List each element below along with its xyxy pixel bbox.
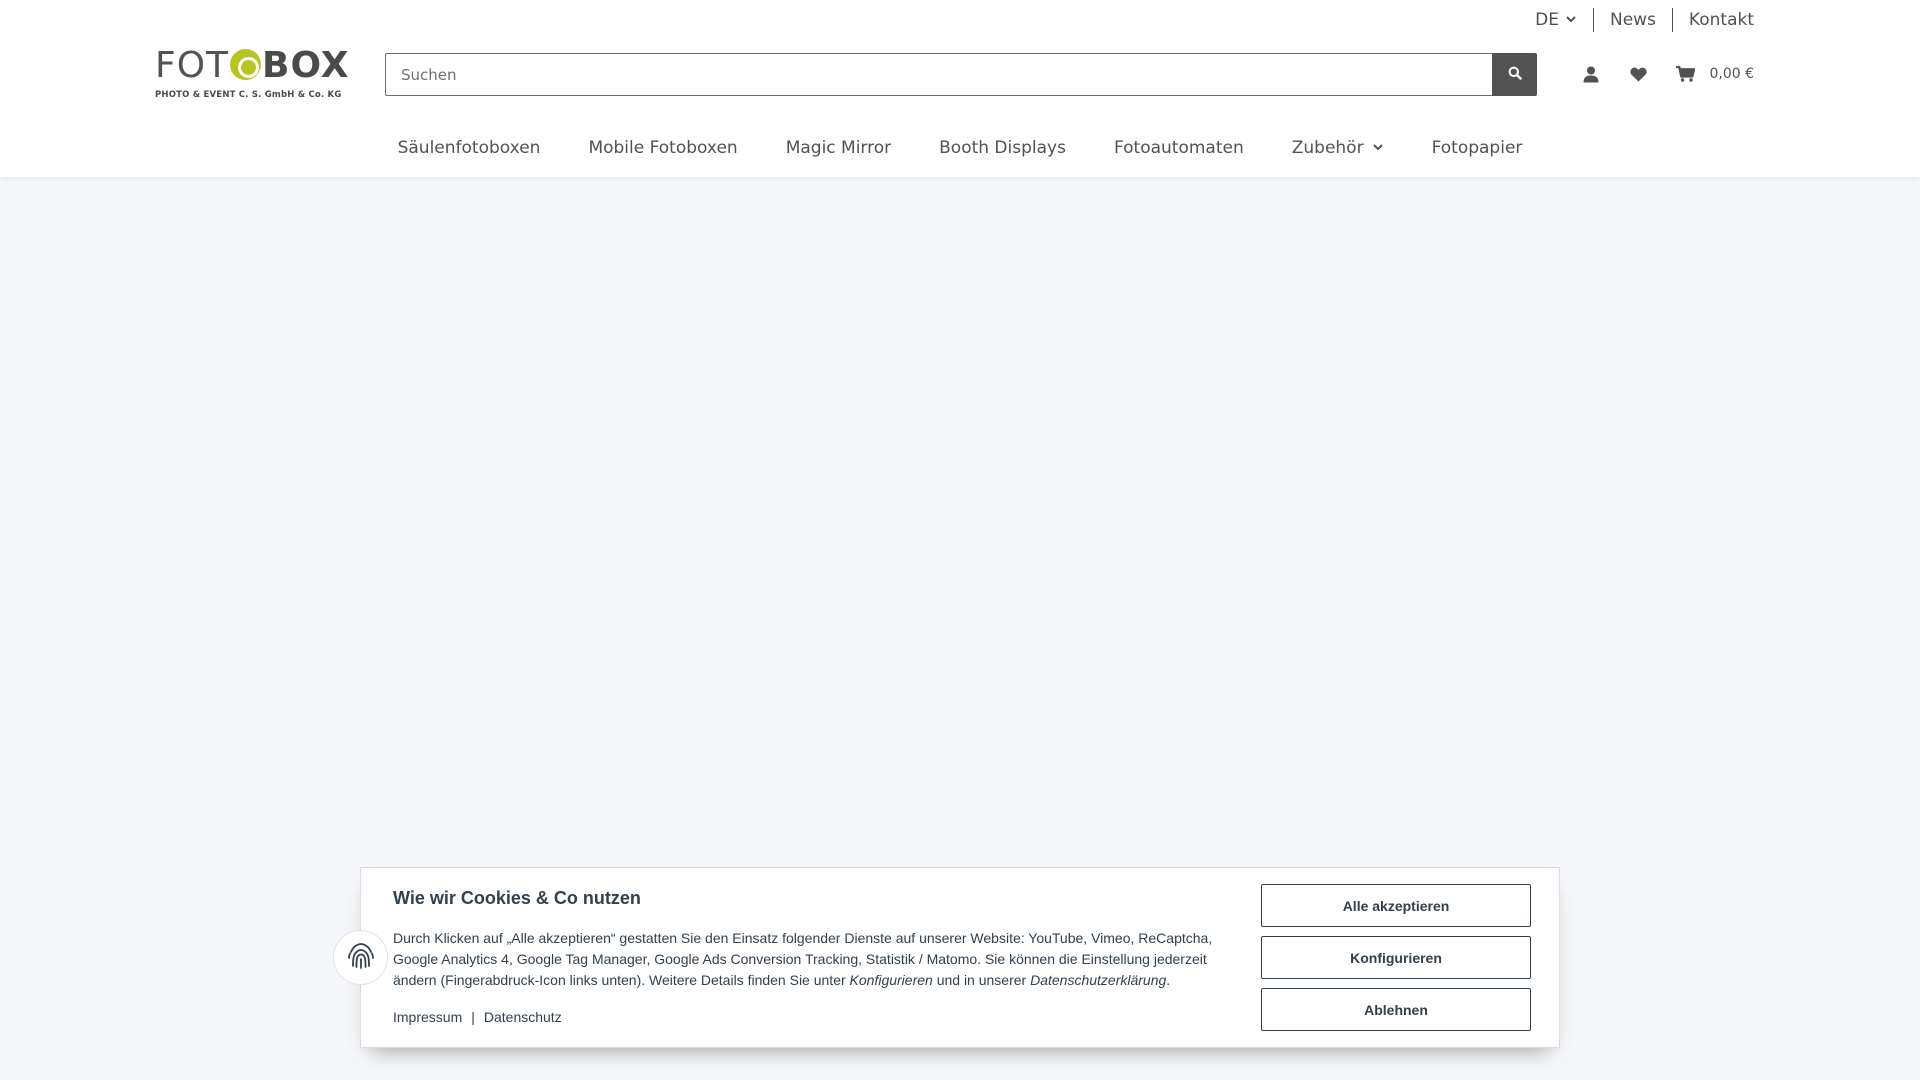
fingerprint-button[interactable] [333, 930, 388, 985]
logo-subtitle: PHOTO & EVENT C. S. GmbH & Co. KG [155, 90, 342, 100]
datenschutz-link[interactable]: Datenschutz [484, 1009, 562, 1025]
cookie-title: Wie wir Cookies & Co nutzen [393, 888, 641, 908]
logo-word-bold: BOX [262, 45, 350, 86]
nav-item-saeulenfotoboxen[interactable]: Säulenfotoboxen [398, 138, 541, 158]
chevron-down-icon [1372, 138, 1384, 158]
nav-item-fotoautomaten[interactable]: Fotoautomaten [1114, 138, 1244, 158]
nav-item-booth-displays[interactable]: Booth Displays [939, 138, 1066, 158]
language-label: DE [1535, 10, 1559, 30]
cart-total[interactable]: 0,00 € [1709, 66, 1754, 82]
language-selector[interactable]: DE [1535, 10, 1577, 30]
user-icon[interactable] [1581, 66, 1601, 83]
chevron-down-icon [1565, 10, 1577, 30]
cookie-consent-banner: Wie wir Cookies & Co nutzen Durch Klicke… [360, 867, 1560, 1048]
cart-icon[interactable] [1675, 66, 1695, 82]
site-header: DE News Kontakt FOT BOX PHOTO & EVENT C. … [0, 0, 1920, 177]
search-bar [385, 53, 1537, 96]
nav-item-label: Säulenfotoboxen [397, 138, 541, 158]
nav-item-magic-mirror[interactable]: Magic Mirror [786, 138, 891, 158]
search-input[interactable] [385, 53, 1492, 96]
cookie-links: Impressum | Datenschutz [393, 1009, 562, 1025]
logo-aperture-icon [230, 49, 262, 80]
cookie-text-part: . [1166, 972, 1171, 988]
nav-item-zubehoer[interactable]: Zubehör [1292, 138, 1384, 158]
topbar-divider [1671, 8, 1673, 32]
nav-item-label: Booth Displays [939, 138, 1066, 158]
nav-item-label: Zubehör [1291, 138, 1364, 158]
topbar-divider [1592, 8, 1594, 32]
nav-item-label: Fotoautomaten [1113, 138, 1244, 158]
main-navigation: Säulenfotoboxen Mobile Fotoboxen Magic M… [0, 130, 1920, 166]
cookie-description: Durch Klicken auf „Alle akzeptieren“ ges… [393, 928, 1243, 991]
cookie-text-part: und in unserer [932, 972, 1031, 988]
logo-wordmark: FOT BOX [155, 45, 349, 86]
reject-button[interactable]: Ablehnen [1261, 988, 1531, 1031]
configure-button[interactable]: Konfigurieren [1261, 936, 1531, 979]
accept-all-button[interactable]: Alle akzeptieren [1261, 884, 1531, 927]
logo-word-light: FOT [155, 45, 230, 86]
news-link[interactable]: News [1610, 10, 1656, 30]
header-actions: 0,00 € [1581, 62, 1754, 86]
impressum-link[interactable]: Impressum [393, 1009, 462, 1025]
search-icon [1508, 66, 1522, 83]
topbar: DE News Kontakt [1535, 8, 1754, 32]
nav-item-label: Magic Mirror [785, 138, 892, 158]
link-separator: | [471, 1009, 475, 1025]
nav-item-label: Mobile Fotoboxen [588, 138, 738, 158]
nav-item-label: Fotopapier [1431, 138, 1523, 158]
kontakt-link[interactable]: Kontakt [1689, 10, 1754, 30]
site-logo[interactable]: FOT BOX PHOTO & EVENT C. S. GmbH & Co. KG [155, 45, 349, 102]
heart-icon[interactable] [1628, 67, 1648, 82]
cookie-text-privacy: Datenschutzerklärung [1030, 972, 1167, 988]
cookie-text-configure: Konfigurieren [849, 972, 933, 988]
nav-item-fotopapier[interactable]: Fotopapier [1432, 138, 1523, 158]
nav-item-mobile-fotoboxen[interactable]: Mobile Fotoboxen [588, 138, 737, 158]
fingerprint-icon [346, 941, 376, 975]
search-button[interactable] [1492, 53, 1537, 96]
